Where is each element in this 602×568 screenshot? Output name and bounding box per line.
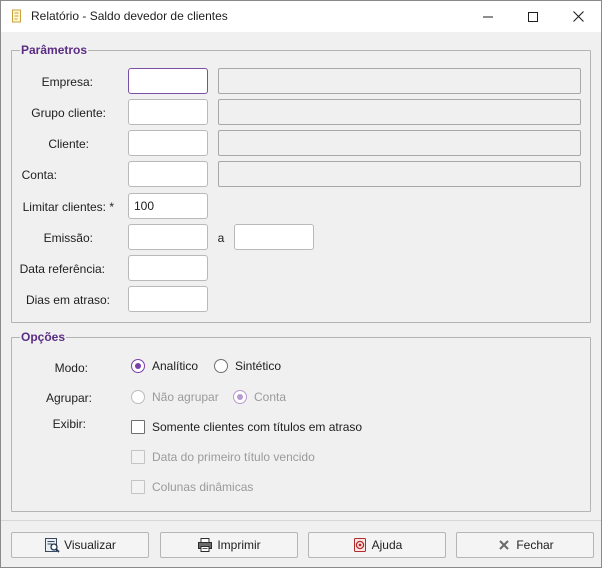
maximize-button[interactable] [510, 1, 556, 32]
window-title: Relatório - Saldo devedor de clientes [31, 9, 228, 23]
somente-atraso-label: Somente clientes com títulos em atraso [152, 420, 363, 434]
empresa-code-input[interactable] [128, 68, 208, 94]
options-legend: Opções [20, 330, 67, 344]
radio-checked-icon [233, 390, 247, 404]
primeiro-vencido-label: Data do primeiro título vencido [152, 450, 315, 464]
preview-icon [44, 537, 60, 553]
primeiro-vencido-checkbox[interactable]: Data do primeiro título vencido [131, 450, 315, 464]
modo-label: Modo: [54, 361, 88, 375]
modo-sintetico-radio[interactable]: Sintético [214, 359, 281, 373]
grupo-cliente-code-input[interactable] [128, 99, 208, 125]
agrupar-nao-agrupar-radio[interactable]: Não agrupar [131, 390, 219, 404]
dias-em-atraso-label: Dias em atraso: [25, 293, 110, 307]
minimize-icon [483, 16, 493, 17]
radio-unchecked-icon [131, 390, 145, 404]
checkbox-unchecked-icon [131, 450, 145, 464]
limitar-clientes-label: Limitar clientes: * [22, 200, 114, 214]
checkbox-unchecked-icon [131, 480, 145, 494]
footer-separator [1, 520, 601, 521]
minimize-button[interactable] [465, 1, 511, 32]
checkbox-unchecked-icon [131, 420, 145, 434]
exibir-label: Exibir: [52, 417, 86, 431]
fechar-button-label: Fechar [516, 538, 554, 552]
emissao-range-separator: a [217, 231, 225, 245]
emissao-end-input[interactable] [234, 224, 314, 250]
ajuda-button[interactable]: Ajuda [308, 532, 446, 558]
agrupar-conta-label: Conta [254, 390, 287, 404]
somente-atraso-checkbox[interactable]: Somente clientes com títulos em atraso [131, 420, 362, 434]
agrupar-conta-radio[interactable]: Conta [233, 390, 286, 404]
conta-name-field [218, 161, 581, 187]
colunas-dinamicas-label: Colunas dinâmicas [152, 480, 254, 494]
modo-analitico-radio[interactable]: Analítico [131, 359, 198, 373]
radio-unchecked-icon [214, 359, 228, 373]
dias-em-atraso-input[interactable] [128, 286, 208, 312]
report-window: Relatório - Saldo devedor de clientes Pa… [0, 0, 602, 568]
conta-label: Conta: [21, 168, 57, 182]
agrupar-nao-agrupar-label: Não agrupar [152, 390, 219, 404]
report-app-icon [11, 9, 23, 24]
close-x-icon [496, 537, 512, 553]
empresa-name-field [218, 68, 581, 94]
modo-analitico-label: Analítico [152, 359, 199, 373]
emissao-start-input[interactable] [128, 224, 208, 250]
visualizar-button-label: Visualizar [64, 538, 116, 552]
data-referencia-label: Data referência: [19, 262, 105, 276]
printer-icon [197, 537, 213, 553]
grupo-cliente-name-field [218, 99, 581, 125]
maximize-icon [528, 11, 538, 22]
visualizar-button[interactable]: Visualizar [11, 532, 149, 558]
ajuda-button-label: Ajuda [371, 538, 403, 552]
fechar-button[interactable]: Fechar [456, 532, 594, 558]
help-icon [352, 537, 368, 553]
imprimir-button-label: Imprimir [217, 538, 261, 552]
empresa-label: Empresa: [41, 75, 93, 89]
close-icon [572, 11, 584, 22]
cliente-name-field [218, 130, 581, 156]
conta-code-input[interactable] [128, 161, 208, 187]
agrupar-label: Agrupar: [45, 391, 92, 405]
colunas-dinamicas-checkbox[interactable]: Colunas dinâmicas [131, 480, 253, 494]
cliente-label: Cliente: [48, 137, 89, 151]
parameters-legend: Parâmetros [20, 43, 89, 57]
cliente-code-input[interactable] [128, 130, 208, 156]
limitar-clientes-input[interactable] [128, 193, 208, 219]
grupo-cliente-label: Grupo cliente: [31, 106, 106, 120]
data-referencia-input[interactable] [128, 255, 208, 281]
modo-sintetico-label: Sintético [235, 359, 282, 373]
imprimir-button[interactable]: Imprimir [160, 532, 298, 558]
emissao-label: Emissão: [43, 231, 93, 245]
radio-checked-icon [131, 359, 145, 373]
close-window-button[interactable] [555, 1, 601, 32]
title-bar: Relatório - Saldo devedor de clientes [1, 1, 601, 32]
